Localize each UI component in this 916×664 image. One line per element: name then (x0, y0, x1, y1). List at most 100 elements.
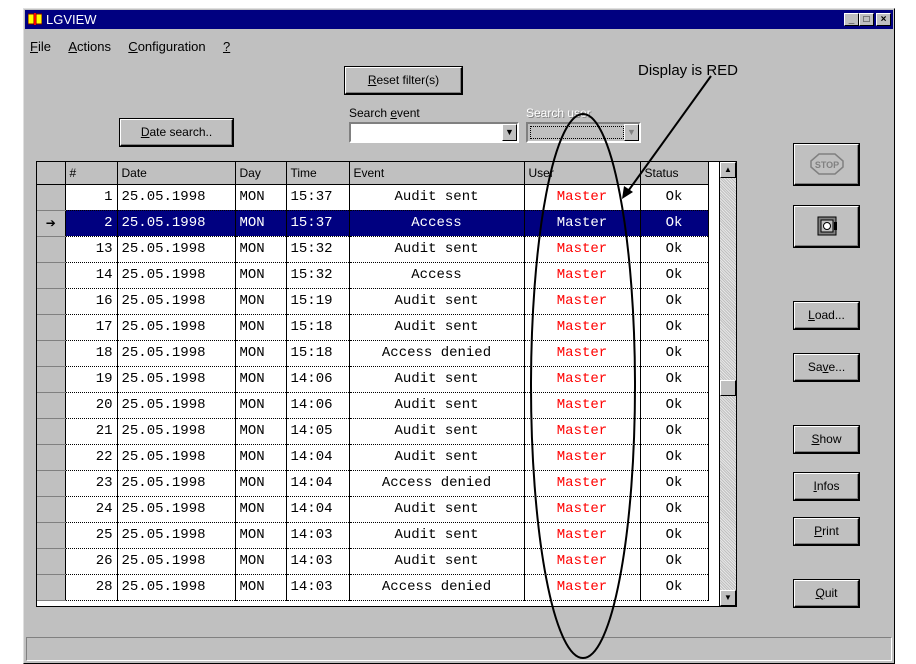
cell-user: Master (524, 314, 641, 341)
cell-status: Ok (640, 548, 709, 575)
row-indicator: ➔ (37, 210, 66, 237)
title-bar[interactable]: LGVIEW _ □ × (25, 10, 893, 29)
table-row[interactable]: 22 25.05.1998 MON 14:04 Audit sent Master Ok (37, 444, 709, 471)
cell-date: 25.05.1998 (117, 496, 236, 523)
event-grid[interactable]: # Date Day Time Event User Status 1 25.05… (36, 161, 720, 607)
cell-date: 25.05.1998 (117, 236, 236, 263)
cell-time: 15:19 (286, 288, 350, 315)
reset-filters-button[interactable]: Reset filter(s) (345, 67, 462, 94)
row-indicator (37, 314, 66, 341)
scroll-down-button[interactable]: ▼ (720, 590, 736, 606)
cell-num: 13 (65, 236, 118, 263)
row-indicator (37, 444, 66, 471)
cell-user: Master (524, 574, 641, 601)
cell-user: Master (524, 470, 641, 497)
cell-event: Audit sent (349, 444, 525, 471)
maximize-button[interactable]: □ (859, 13, 874, 26)
cell-day: MON (235, 496, 287, 523)
table-row[interactable]: 28 25.05.1998 MON 14:03 Access denied Master O… (37, 574, 709, 601)
header-time[interactable]: Time (286, 162, 350, 185)
cell-num: 16 (65, 288, 118, 315)
header-date[interactable]: Date (117, 162, 236, 185)
cell-date: 25.05.1998 (117, 314, 236, 341)
main-window: LGVIEW _ □ × File Actions Configuration … (23, 8, 895, 664)
header-indicator (37, 162, 66, 185)
cell-num: 20 (65, 392, 118, 419)
load-button[interactable]: Load... (794, 302, 859, 329)
save-button[interactable]: Save... (794, 354, 859, 381)
menu-bar: File Actions Configuration ? (30, 39, 244, 59)
cell-time: 15:37 (286, 210, 350, 237)
menu-help[interactable]: ? (223, 39, 230, 54)
header-status[interactable]: Status (640, 162, 709, 185)
table-row[interactable]: 14 25.05.1998 MON 15:32 Access Master Ok (37, 262, 709, 289)
row-indicator (37, 392, 66, 419)
header-user[interactable]: User (524, 162, 641, 185)
safe-button[interactable] (794, 206, 859, 247)
cell-date: 25.05.1998 (117, 340, 236, 367)
cell-event: Access (349, 262, 525, 289)
quit-button[interactable]: Quit (794, 580, 859, 607)
cell-event: Audit sent (349, 288, 525, 315)
cell-date: 25.05.1998 (117, 262, 236, 289)
table-row[interactable]: 19 25.05.1998 MON 14:06 Audit sent Master Ok (37, 366, 709, 393)
stop-button[interactable]: STOP (794, 144, 859, 185)
table-row[interactable]: 24 25.05.1998 MON 14:04 Audit sent Master Ok (37, 496, 709, 523)
table-row[interactable]: 21 25.05.1998 MON 14:05 Audit sent Master Ok (37, 418, 709, 445)
header-num[interactable]: # (65, 162, 118, 185)
menu-file[interactable]: File (30, 39, 51, 54)
table-row[interactable]: 1 25.05.1998 MON 15:37 Audit sent Master Ok (37, 184, 709, 211)
cell-status: Ok (640, 574, 709, 601)
cell-day: MON (235, 236, 287, 263)
table-row[interactable]: 23 25.05.1998 MON 14:04 Access denied Master O… (37, 470, 709, 497)
dropdown-arrow-icon[interactable]: ▼ (502, 124, 517, 141)
search-user-combo[interactable]: ▼ (526, 122, 641, 143)
table-row[interactable]: 17 25.05.1998 MON 15:18 Audit sent Master Ok (37, 314, 709, 341)
minimize-button[interactable]: _ (844, 13, 859, 26)
cell-num: 21 (65, 418, 118, 445)
table-row[interactable]: 25 25.05.1998 MON 14:03 Audit sent Master Ok (37, 522, 709, 549)
app-book-icon (28, 13, 42, 25)
show-button[interactable]: Show (794, 426, 859, 453)
cell-event: Access denied (349, 470, 525, 497)
cell-event: Access (349, 210, 525, 237)
cell-day: MON (235, 444, 287, 471)
search-event-combo[interactable]: ▼ (349, 122, 519, 143)
date-search-button[interactable]: Date search.. (120, 119, 233, 146)
cell-time: 15:18 (286, 340, 350, 367)
header-event[interactable]: Event (349, 162, 525, 185)
table-row[interactable]: 20 25.05.1998 MON 14:06 Audit sent Master Ok (37, 392, 709, 419)
print-button[interactable]: Print (794, 518, 859, 545)
cell-time: 15:32 (286, 262, 350, 289)
table-row[interactable]: ➔ 2 25.05.1998 MON 15:37 Access Master Ok (37, 210, 709, 237)
table-row[interactable]: 16 25.05.1998 MON 15:19 Audit sent Master Ok (37, 288, 709, 315)
close-button[interactable]: × (876, 13, 891, 26)
cell-status: Ok (640, 340, 709, 367)
cell-date: 25.05.1998 (117, 210, 236, 237)
dropdown-arrow-icon[interactable]: ▼ (624, 124, 639, 141)
cell-day: MON (235, 288, 287, 315)
scroll-thumb[interactable] (720, 380, 736, 396)
cell-time: 15:37 (286, 184, 350, 211)
table-row[interactable]: 26 25.05.1998 MON 14:03 Audit sent Master Ok (37, 548, 709, 575)
cell-status: Ok (640, 314, 709, 341)
cell-event: Audit sent (349, 314, 525, 341)
cell-date: 25.05.1998 (117, 184, 236, 211)
cell-num: 22 (65, 444, 118, 471)
scroll-up-button[interactable]: ▲ (720, 162, 736, 178)
table-row[interactable]: 18 25.05.1998 MON 15:18 Access denied Master O… (37, 340, 709, 367)
status-bar (26, 637, 892, 661)
menu-configuration[interactable]: Configuration (128, 39, 205, 54)
table-row[interactable]: 13 25.05.1998 MON 15:32 Audit sent Master Ok (37, 236, 709, 263)
cell-time: 14:03 (286, 522, 350, 549)
cell-date: 25.05.1998 (117, 470, 236, 497)
infos-button[interactable]: Infos (794, 473, 859, 500)
menu-actions[interactable]: Actions (68, 39, 111, 54)
cell-user: Master (524, 366, 641, 393)
vertical-scrollbar[interactable]: ▲ ▼ (720, 161, 737, 607)
cell-status: Ok (640, 184, 709, 211)
cell-date: 25.05.1998 (117, 574, 236, 601)
header-day[interactable]: Day (235, 162, 287, 185)
cell-num: 28 (65, 574, 118, 601)
cell-time: 15:32 (286, 236, 350, 263)
